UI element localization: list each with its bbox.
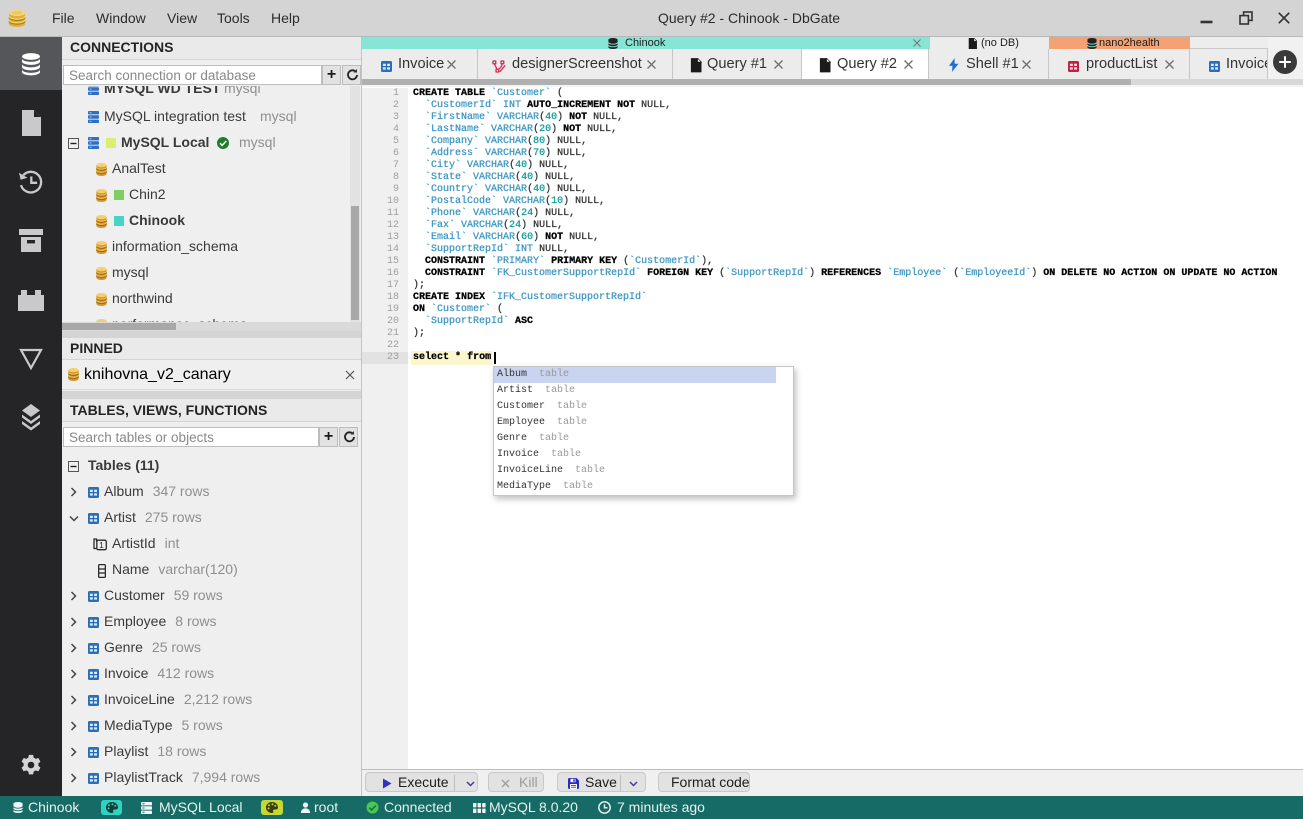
- svg-text:1: 1: [99, 540, 104, 550]
